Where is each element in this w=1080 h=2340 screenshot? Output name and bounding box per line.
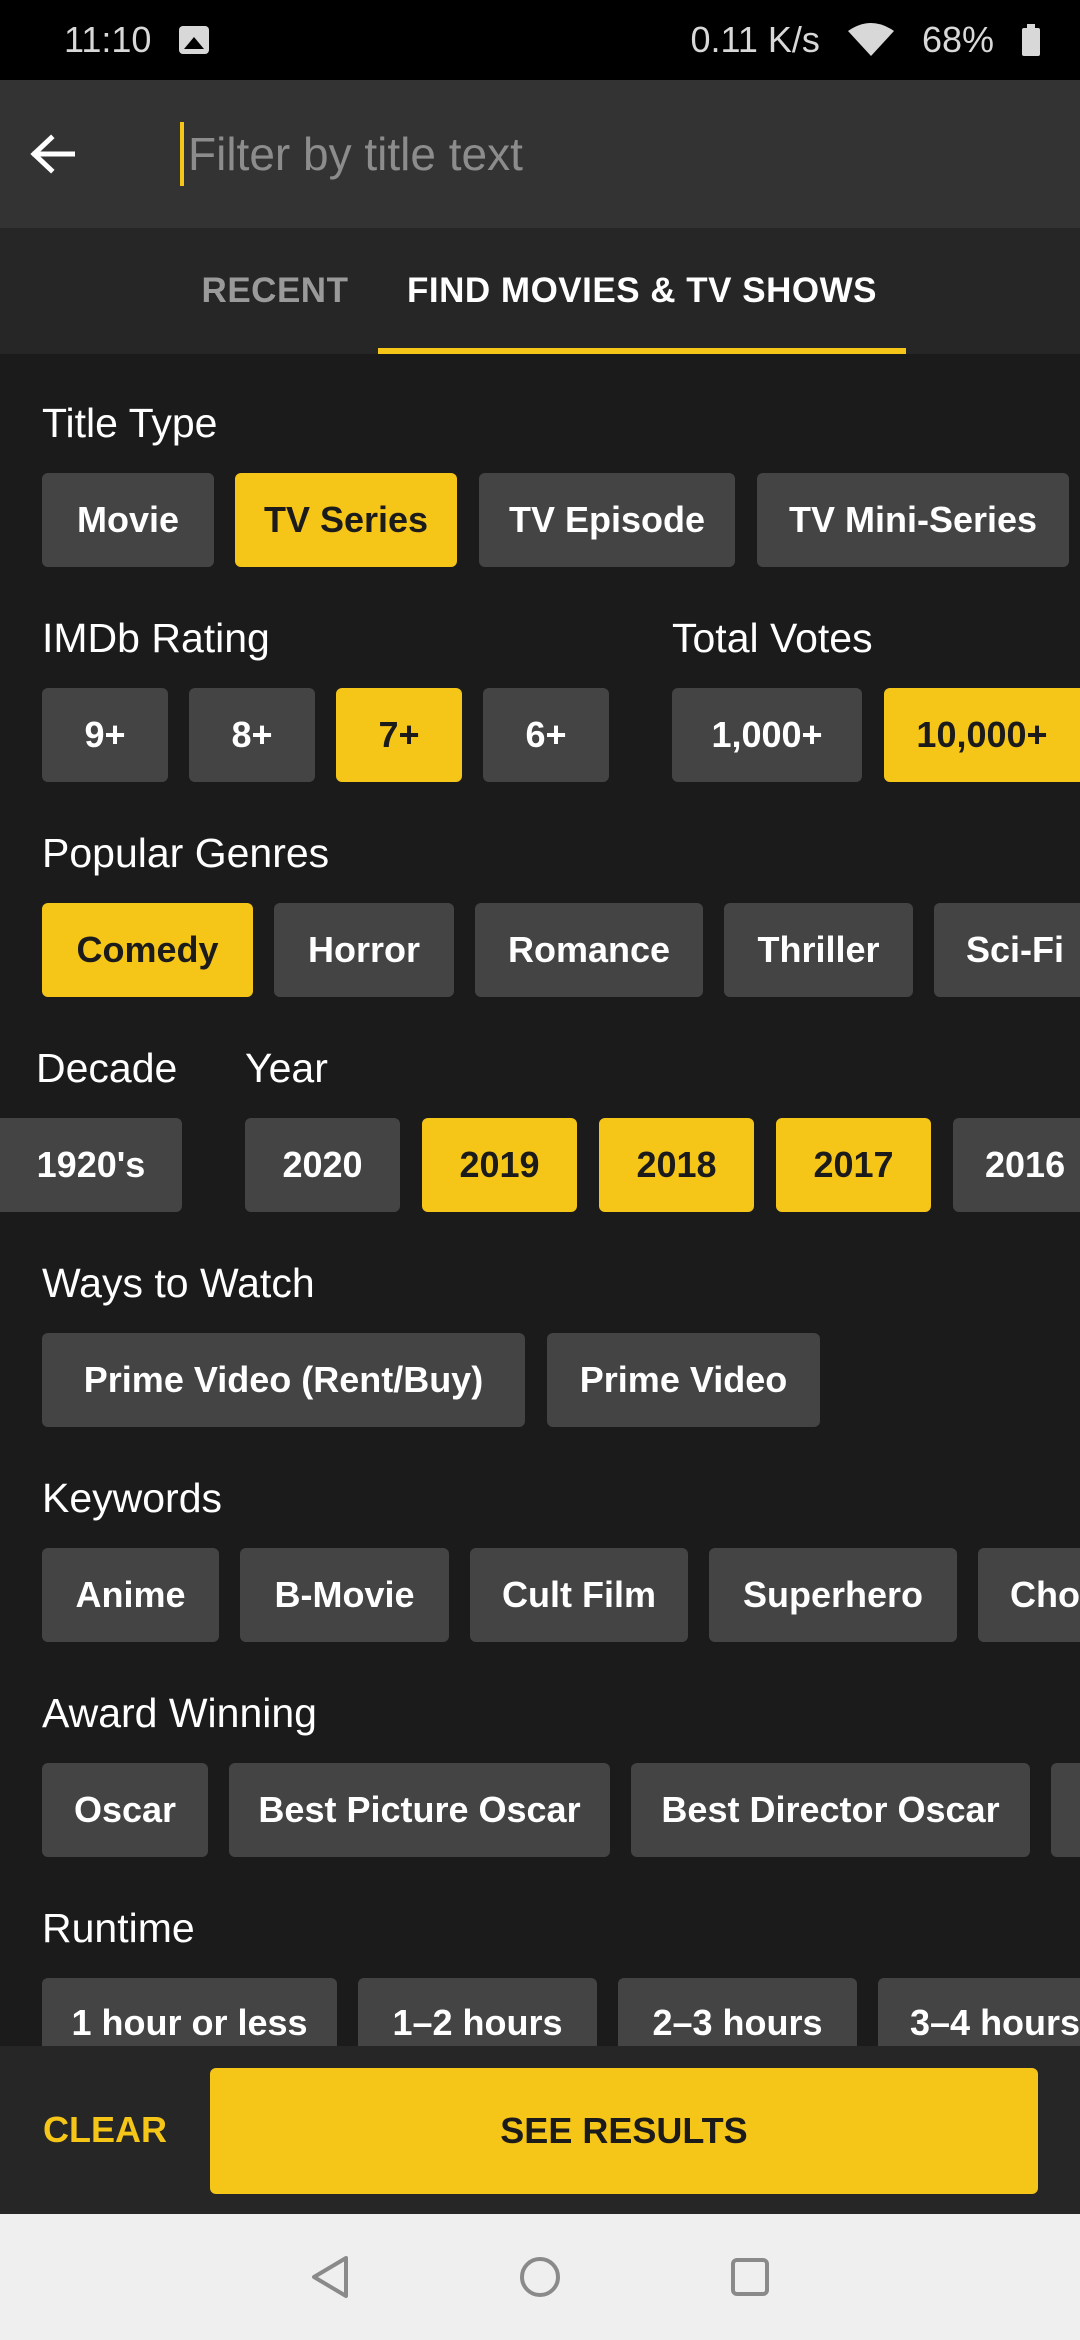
chip-votes-10000[interactable]: 10,000+ (884, 688, 1080, 782)
action-bar: CLEAR SEE RESULTS (0, 2046, 1080, 2214)
chip-sci-fi[interactable]: Sci-Fi (934, 903, 1080, 997)
status-time: 11:10 (64, 19, 152, 60)
chip-best-director-oscar[interactable]: Best Director Oscar (631, 1763, 1030, 1857)
chip-rating-9[interactable]: 9+ (42, 688, 168, 782)
back-button[interactable] (0, 80, 104, 228)
chip-cult-film[interactable]: Cult Film (470, 1548, 688, 1642)
chip-romance[interactable]: Romance (475, 903, 703, 997)
chip-runtime-1-2-hours[interactable]: 1–2 hours (358, 1978, 597, 2046)
chip-oscar[interactable]: Oscar (42, 1763, 208, 1857)
chip-runtime-1-hour-or-less[interactable]: 1 hour or less (42, 1978, 337, 2046)
tab-recent[interactable]: RECENT (190, 228, 360, 354)
imdb-rating-label: IMDb Rating (42, 615, 270, 661)
system-nav-bar (0, 2214, 1080, 2340)
ways-to-watch-label: Ways to Watch (42, 1260, 315, 1306)
keywords-label: Keywords (42, 1475, 223, 1521)
recents-nav-icon[interactable] (720, 2247, 780, 2307)
chip-b-movie[interactable]: B-Movie (240, 1548, 449, 1642)
decade-label: Decade (36, 1045, 178, 1091)
chip-tv-mini-series[interactable]: TV Mini-Series (757, 473, 1069, 567)
chip-best-picture-oscar[interactable]: Best Picture Oscar (229, 1763, 610, 1857)
chip-runtime-2-3-hours[interactable]: 2–3 hours (618, 1978, 857, 2046)
chip-movie[interactable]: Movie (42, 473, 214, 567)
chip-keyword-partial[interactable]: Cho (978, 1548, 1080, 1642)
chip-prime-video-rent-buy[interactable]: Prime Video (Rent/Buy) (42, 1333, 525, 1427)
chip-year-2016[interactable]: 2016 (953, 1118, 1080, 1212)
chip-year-2018[interactable]: 2018 (599, 1118, 754, 1212)
battery-percent: 68% (921, 19, 994, 60)
see-results-button[interactable]: SEE RESULTS (210, 2068, 1038, 2194)
award-winning-label: Award Winning (42, 1690, 317, 1736)
battery-icon (1022, 24, 1040, 56)
search-header (0, 80, 1080, 228)
year-label: Year (245, 1045, 328, 1091)
chip-votes-1000[interactable]: 1,000+ (672, 688, 862, 782)
chip-comedy[interactable]: Comedy (42, 903, 253, 997)
chip-anime[interactable]: Anime (42, 1548, 219, 1642)
image-icon (179, 26, 210, 54)
network-speed: 0.11 K/s (690, 19, 820, 60)
tab-find-movies-tv-shows[interactable]: FIND MOVIES & TV SHOWS (378, 228, 906, 354)
chip-year-2020[interactable]: 2020 (245, 1118, 400, 1212)
tab-bar: RECENT FIND MOVIES & TV SHOWS (0, 228, 1080, 354)
runtime-label: Runtime (42, 1905, 195, 1951)
chip-award-partial[interactable] (1051, 1763, 1080, 1857)
chip-prime-video[interactable]: Prime Video (547, 1333, 820, 1427)
chip-year-2017[interactable]: 2017 (776, 1118, 931, 1212)
search-input[interactable] (180, 122, 990, 186)
status-bar: 11:10 0.11 K/s 68% (0, 0, 1080, 80)
chip-decade-1920s[interactable]: 1920's (0, 1118, 182, 1212)
chip-horror[interactable]: Horror (274, 903, 454, 997)
chip-year-2019[interactable]: 2019 (422, 1118, 577, 1212)
chip-rating-8[interactable]: 8+ (189, 688, 315, 782)
chip-rating-7[interactable]: 7+ (336, 688, 462, 782)
wifi-icon (847, 23, 894, 57)
chip-rating-6[interactable]: 6+ (483, 688, 609, 782)
tab-indicator (378, 348, 906, 354)
back-nav-icon[interactable] (300, 2247, 360, 2307)
popular-genres-label: Popular Genres (42, 830, 330, 876)
clear-button[interactable]: CLEAR (30, 2046, 180, 2214)
chip-tv-series[interactable]: TV Series (235, 473, 457, 567)
chip-thriller[interactable]: Thriller (724, 903, 913, 997)
chip-superhero[interactable]: Superhero (709, 1548, 957, 1642)
total-votes-label: Total Votes (672, 615, 873, 661)
arrow-left-icon (30, 134, 75, 174)
title-type-label: Title Type (42, 400, 218, 446)
chip-tv-episode[interactable]: TV Episode (479, 473, 735, 567)
chip-runtime-3-4-hours[interactable]: 3–4 hours (878, 1978, 1080, 2046)
home-nav-icon[interactable] (510, 2247, 570, 2307)
